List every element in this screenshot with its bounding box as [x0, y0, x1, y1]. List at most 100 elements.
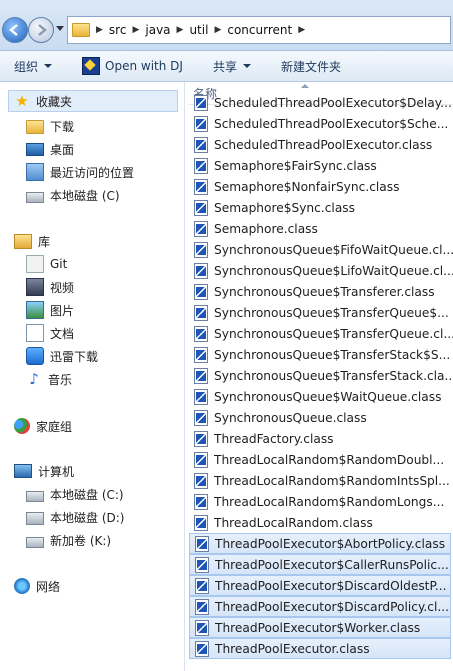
file-row[interactable]: ThreadPoolExecutor$DiscardOldestP... [189, 575, 451, 596]
class-file-icon [194, 199, 208, 216]
file-name: ThreadPoolExecutor$DiscardOldestP... [215, 578, 447, 593]
nav-item-drive-c[interactable]: 本地磁盘 (C:) [26, 483, 124, 505]
nav-item-documents[interactable]: 文档 [26, 322, 74, 344]
file-name: SynchronousQueue$LifoWaitQueue.cl... [214, 263, 453, 278]
file-row[interactable]: ThreadFactory.class [189, 428, 453, 449]
nav-item-label: Git [50, 257, 68, 271]
file-row[interactable]: ThreadPoolExecutor$Worker.class [189, 617, 451, 638]
file-name: ThreadPoolExecutor$DiscardPolicy.cl... [215, 599, 450, 614]
share-menu[interactable]: 共享 [205, 54, 259, 78]
file-row[interactable]: ThreadPoolExecutor$CallerRunsPolic... [189, 554, 451, 575]
class-file-icon [195, 598, 209, 615]
nav-libraries[interactable]: 库 [14, 230, 50, 252]
chevron-right-icon[interactable]: ▶ [132, 25, 139, 35]
dj-decompiler-icon [82, 57, 101, 75]
chevron-right-icon[interactable]: ▶ [177, 25, 184, 35]
file-name: ThreadLocalRandom$RandomLongs... [214, 494, 445, 509]
nav-item-local-disk-c[interactable]: 本地磁盘 (C) [26, 184, 120, 206]
forward-button[interactable] [28, 17, 54, 43]
nav-item-label: 桌面 [50, 142, 75, 157]
nav-item-downloads[interactable]: 下载 [26, 115, 74, 137]
nav-item-xunlei-downloads[interactable]: 迅雷下载 [26, 345, 98, 367]
breadcrumb-util[interactable]: util [189, 23, 208, 37]
class-file-icon [194, 136, 208, 153]
file-row[interactable]: ThreadPoolExecutor$AbortPolicy.class [189, 533, 451, 554]
nav-network[interactable]: 网络 [14, 575, 60, 597]
class-file-icon [194, 262, 208, 279]
network-icon [14, 578, 30, 594]
file-row[interactable]: SynchronousQueue$Transferer.class [189, 281, 453, 302]
organize-menu[interactable]: 组织 [6, 54, 60, 78]
back-arrow-icon [9, 24, 18, 36]
file-row[interactable]: SynchronousQueue.class [189, 407, 453, 428]
file-name: SynchronousQueue$WaitQueue.class [214, 389, 442, 404]
nav-item-drive-k[interactable]: 新加卷 (K:) [26, 529, 111, 551]
documents-library-icon [26, 324, 44, 342]
nav-item-pictures[interactable]: 图片 [26, 299, 74, 321]
class-file-icon [195, 619, 209, 636]
nav-libraries-label: 库 [38, 234, 51, 249]
nav-item-music[interactable]: ♪ 音乐 [26, 368, 72, 390]
nav-item-label: 本地磁盘 (D:) [50, 510, 125, 525]
file-row[interactable]: Semaphore.class [189, 218, 453, 239]
forward-arrow-icon [38, 24, 47, 36]
file-row[interactable]: SynchronousQueue$TransferQueue.cl... [189, 323, 453, 344]
music-note-icon: ♪ [29, 370, 39, 388]
chevron-right-icon[interactable]: ▶ [96, 25, 103, 35]
class-file-icon [194, 409, 208, 426]
class-file-icon [194, 94, 208, 111]
file-row[interactable]: SynchronousQueue$LifoWaitQueue.cl... [189, 260, 453, 281]
file-row[interactable]: ThreadPoolExecutor.class [189, 638, 451, 659]
file-row[interactable]: ThreadLocalRandom$RandomLongs... [189, 491, 453, 512]
navigation-pane: ★ 收藏夹 下载 桌面 最近访问的位置 本地磁盘 (C) 库 Git 视频 图片… [0, 82, 185, 671]
dropdown-arrow-icon [44, 64, 53, 68]
organize-label: 组织 [14, 59, 39, 74]
file-name: Semaphore$FairSync.class [214, 158, 377, 173]
file-row[interactable]: Semaphore$Sync.class [189, 197, 453, 218]
nav-favorites[interactable]: ★ 收藏夹 [8, 90, 178, 112]
breadcrumb-src[interactable]: src [109, 23, 127, 37]
file-row[interactable]: ScheduledThreadPoolExecutor.class [189, 134, 453, 155]
file-row[interactable]: Semaphore$FairSync.class [189, 155, 453, 176]
breadcrumb-java[interactable]: java [145, 23, 170, 37]
address-row: ▶ src ▶ java ▶ util ▶ concurrent ▶ [0, 0, 453, 51]
file-row[interactable]: SynchronousQueue$WaitQueue.class [189, 386, 453, 407]
nav-item-desktop[interactable]: 桌面 [26, 138, 74, 160]
address-bar[interactable]: ▶ src ▶ java ▶ util ▶ concurrent ▶ [67, 16, 451, 44]
nav-item-videos[interactable]: 视频 [26, 276, 74, 298]
file-list[interactable]: 名称 ScheduledThreadPoolExecutor$Delay... S… [189, 82, 453, 671]
nav-item-label: 下载 [50, 119, 75, 134]
system-drive-icon [26, 512, 44, 525]
class-file-icon [194, 388, 208, 405]
recent-pages-dropdown[interactable] [56, 26, 64, 31]
file-row[interactable]: ScheduledThreadPoolExecutor$Delay... [189, 92, 453, 113]
file-row[interactable]: ThreadLocalRandom$RandomDoubl... [189, 449, 453, 470]
file-row[interactable]: SynchronousQueue$TransferStack.cla... [189, 365, 453, 386]
new-folder-button[interactable]: 新建文件夹 [273, 54, 349, 78]
nav-computer[interactable]: 计算机 [14, 460, 74, 482]
nav-item-drive-d[interactable]: 本地磁盘 (D:) [26, 506, 124, 528]
file-row[interactable]: Semaphore$NonfairSync.class [189, 176, 453, 197]
breadcrumb-concurrent[interactable]: concurrent [227, 23, 292, 37]
folder-icon [72, 23, 90, 37]
file-row[interactable]: SynchronousQueue$TransferStack$S... [189, 344, 453, 365]
file-row[interactable]: ThreadPoolExecutor$DiscardPolicy.cl... [189, 596, 451, 617]
file-name: ThreadLocalRandom$RandomIntsSpl... [214, 473, 450, 488]
file-row[interactable]: ScheduledThreadPoolExecutor$Sche... [189, 113, 453, 134]
file-row[interactable]: ThreadLocalRandom$RandomIntsSpl... [189, 470, 453, 491]
nav-homegroup[interactable]: 家庭组 [14, 415, 72, 437]
back-button[interactable] [2, 17, 28, 43]
class-file-icon [194, 430, 208, 447]
chevron-right-icon[interactable]: ▶ [214, 25, 221, 35]
open-with-button[interactable]: Open with DJ [74, 54, 191, 78]
file-row[interactable]: ThreadLocalRandom.class [189, 512, 453, 533]
drive-icon [26, 191, 44, 203]
class-file-icon [194, 472, 208, 489]
file-row[interactable]: SynchronousQueue$FifoWaitQueue.cl... [189, 239, 453, 260]
nav-item-recent-places[interactable]: 最近访问的位置 [26, 161, 134, 183]
class-file-icon [194, 493, 208, 510]
file-row[interactable]: SynchronousQueue$TransferQueue$... [189, 302, 453, 323]
nav-item-git[interactable]: Git [26, 253, 67, 275]
chevron-right-icon[interactable]: ▶ [298, 25, 305, 35]
video-library-icon [26, 278, 44, 296]
